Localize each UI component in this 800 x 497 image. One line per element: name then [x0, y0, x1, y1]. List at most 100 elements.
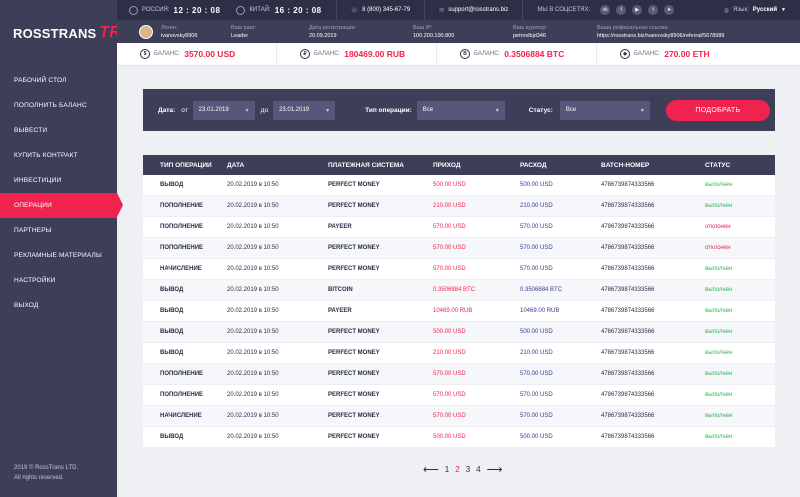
- prev-page-arrow-icon[interactable]: ⟵: [423, 463, 439, 476]
- sidebar-item-withdraw[interactable]: Вывести: [0, 118, 117, 143]
- cell-status: выполнен: [705, 308, 733, 314]
- table-row[interactable]: ПОПОЛНЕНИЕ 20.02.2019 в 10:50 PERFECT MONE…: [143, 196, 775, 217]
- table-row[interactable]: ПОПОЛНЕНИЕ 20.02.2019 в 10:50 PERFECT MONE…: [143, 364, 775, 385]
- type-label: Тип операции:: [365, 106, 412, 114]
- cell-system: PERFECT MONEY: [328, 350, 380, 356]
- cell-batch: 4786739874333566: [601, 371, 655, 377]
- sidebar-item-investments[interactable]: Инвестиции: [0, 168, 117, 193]
- social: МЫ В СОЦСЕТЯХ: vk f ▶ t ➤: [523, 5, 688, 15]
- operation-type-select[interactable]: Все ▾: [416, 100, 505, 120]
- cell-batch: 4786739874333566: [601, 350, 655, 356]
- cell-status: выполнен: [705, 350, 733, 356]
- cell-system: PAYEER: [328, 224, 352, 230]
- to-label: до: [260, 106, 269, 114]
- mail-icon: ✉: [439, 7, 445, 14]
- twitter-icon[interactable]: t: [648, 5, 659, 15]
- ref-link[interactable]: https://rosstrans.biz/ivanovsky8906/refe…: [597, 32, 725, 40]
- balance-value: 3570.00 USD: [184, 49, 236, 59]
- language-label: Язык:: [733, 7, 749, 13]
- language-select[interactable]: ◍ Язык: Русский ▼: [724, 7, 786, 14]
- sidebar-item-deposit[interactable]: Пополнить баланс: [0, 93, 117, 118]
- sidebar-item-promo[interactable]: Рекламные материалы: [0, 243, 117, 268]
- col-date[interactable]: ДАТА: [227, 162, 328, 169]
- telegram-icon[interactable]: ➤: [664, 5, 675, 15]
- cell-status: отклонен: [705, 224, 731, 230]
- cell-type: ВЫВОД: [160, 434, 184, 440]
- col-expense[interactable]: РАСХОД: [520, 162, 601, 169]
- table-row[interactable]: ПОПОЛНЕНИЕ 20.02.2019 в 10:50 PERFECT MONE…: [143, 238, 775, 259]
- cell-expense: 210.00 USD: [520, 203, 553, 209]
- table-row[interactable]: ПОПОЛНЕНИЕ 20.02.2019 в 10:50 PERFECT MONE…: [143, 385, 775, 406]
- balance-value: 0.3506884 BTC: [504, 49, 565, 59]
- table-row[interactable]: ВЫВОД 20.02.2019 в 10:50 BITCOIN 0.3506884 …: [143, 280, 775, 301]
- sidebar-item-logout[interactable]: Выход: [0, 293, 117, 318]
- date-from-select[interactable]: 23.01.2019 ▾: [192, 100, 255, 120]
- table-row[interactable]: ПОПОЛНЕНИЕ 20.02.2019 в 10:50 PAYEER 570.00…: [143, 217, 775, 238]
- cell-income: 10469.00 RUB: [433, 308, 473, 314]
- china-time: 16 : 20 : 08: [274, 5, 322, 15]
- sidebar-item-buy-contract[interactable]: Купить контракт: [0, 143, 117, 168]
- page-4[interactable]: 4: [476, 465, 480, 474]
- phone-number: 8 (800) 345-67-79: [362, 7, 411, 13]
- sidebar-item-settings[interactable]: Настройки: [0, 268, 117, 293]
- cell-status: выполнен: [705, 182, 733, 188]
- col-system[interactable]: ПЛАТЕЖНАЯ СИСТЕМА: [328, 162, 433, 169]
- avatar[interactable]: [139, 24, 153, 39]
- clock-icon: [129, 5, 138, 15]
- table-row[interactable]: ВЫВОД 20.02.2019 в 10:50 PAYEER 10469.00 RU…: [143, 301, 775, 322]
- table-row[interactable]: ВЫВОД 20.02.2019 в 10:50 PERFECT MONEY 500.…: [143, 175, 775, 196]
- table-row[interactable]: ВЫВОД 20.02.2019 в 10:50 PERFECT MONEY 500.…: [143, 427, 775, 448]
- cell-batch: 4786739874333566: [601, 308, 655, 314]
- col-batch[interactable]: BATCH-НОМЕР: [601, 162, 705, 169]
- phone[interactable]: ☏ 8 (800) 345-67-79: [337, 7, 425, 14]
- sidebar-item-operations[interactable]: Операции: [0, 193, 123, 218]
- facebook-icon[interactable]: f: [616, 5, 627, 15]
- user-referral: Ваша реферальная ссылка: https://rosstra…: [589, 24, 725, 40]
- filter-button[interactable]: ПОДОБРАТЬ: [665, 99, 770, 121]
- table-row[interactable]: ВЫВОД 20.02.2019 в 10:50 PERFECT MONEY 210.…: [143, 343, 775, 364]
- next-page-arrow-icon[interactable]: ⟶: [487, 463, 503, 476]
- table-row[interactable]: ВЫВОД 20.02.2019 в 10:50 PERFECT MONEY 500.…: [143, 322, 775, 343]
- user-curator: Ваш куратор: petrovlbjd346: [505, 24, 589, 40]
- col-status[interactable]: СТАТУС: [705, 162, 775, 169]
- cell-date: 20.02.2019 в 10:50: [227, 413, 279, 419]
- cell-batch: 4786739874333566: [601, 203, 655, 209]
- status-select[interactable]: Все ▾: [559, 100, 650, 120]
- russia-clock: РОССИЯ: 12 : 20 : 08: [129, 5, 220, 15]
- cell-income: 500.00 USD: [433, 434, 466, 440]
- reg-label: Дата регистрации:: [309, 24, 357, 31]
- balance-value: 270.00 ETH: [664, 49, 710, 59]
- cell-date: 20.02.2019 в 10:50: [227, 329, 279, 335]
- cell-expense: 10469.00 RUB: [520, 308, 560, 314]
- balance-value: 180469.00 RUB: [344, 49, 406, 59]
- page-3[interactable]: 3: [466, 465, 470, 474]
- table-row[interactable]: НАЧИСЛЕНИЕ 20.02.2019 в 10:50 PERFECT MONE…: [143, 406, 775, 427]
- cell-income: 210.00 USD: [433, 203, 466, 209]
- col-type[interactable]: ТИП ОПЕРАЦИИ: [143, 162, 227, 169]
- table-row[interactable]: НАЧИСЛЕНИЕ 20.02.2019 в 10:50 PERFECT MONE…: [143, 259, 775, 280]
- cell-status: выполнен: [705, 371, 733, 377]
- cell-system: PERFECT MONEY: [328, 434, 380, 440]
- date-to-select[interactable]: 23.01.2019 ▾: [273, 100, 336, 120]
- page-1[interactable]: 1: [445, 465, 449, 474]
- cell-expense: 570.00 USD: [520, 392, 553, 398]
- cell-batch: 4786739874333566: [601, 182, 655, 188]
- ip-value: 100.200.100.800: [413, 32, 455, 39]
- support-email[interactable]: ✉ support@rosstrans.biz: [425, 7, 522, 14]
- cell-date: 20.02.2019 в 10:50: [227, 224, 279, 230]
- cell-type: ВЫВОД: [160, 287, 184, 293]
- cell-date: 20.02.2019 в 10:50: [227, 203, 279, 209]
- sidebar-item-dashboard[interactable]: Рабочий стол: [0, 68, 117, 93]
- cell-status: выполнен: [705, 203, 733, 209]
- login-label: Логин:: [161, 24, 178, 31]
- logo[interactable]: ROSSTRANS TR: [0, 0, 121, 66]
- cell-type: ПОПОЛНЕНИЕ: [160, 392, 204, 398]
- vk-icon[interactable]: vk: [600, 5, 611, 15]
- cell-income: 210.00 USD: [433, 350, 466, 356]
- youtube-icon[interactable]: ▶: [632, 5, 643, 15]
- sidebar-item-partners[interactable]: Партнеры: [0, 218, 117, 243]
- page-2[interactable]: 2: [455, 465, 459, 474]
- copyright-line2: All rights reserved.: [14, 475, 64, 481]
- cell-batch: 4786739874333566: [601, 413, 655, 419]
- col-income[interactable]: ПРИХОД: [433, 162, 520, 169]
